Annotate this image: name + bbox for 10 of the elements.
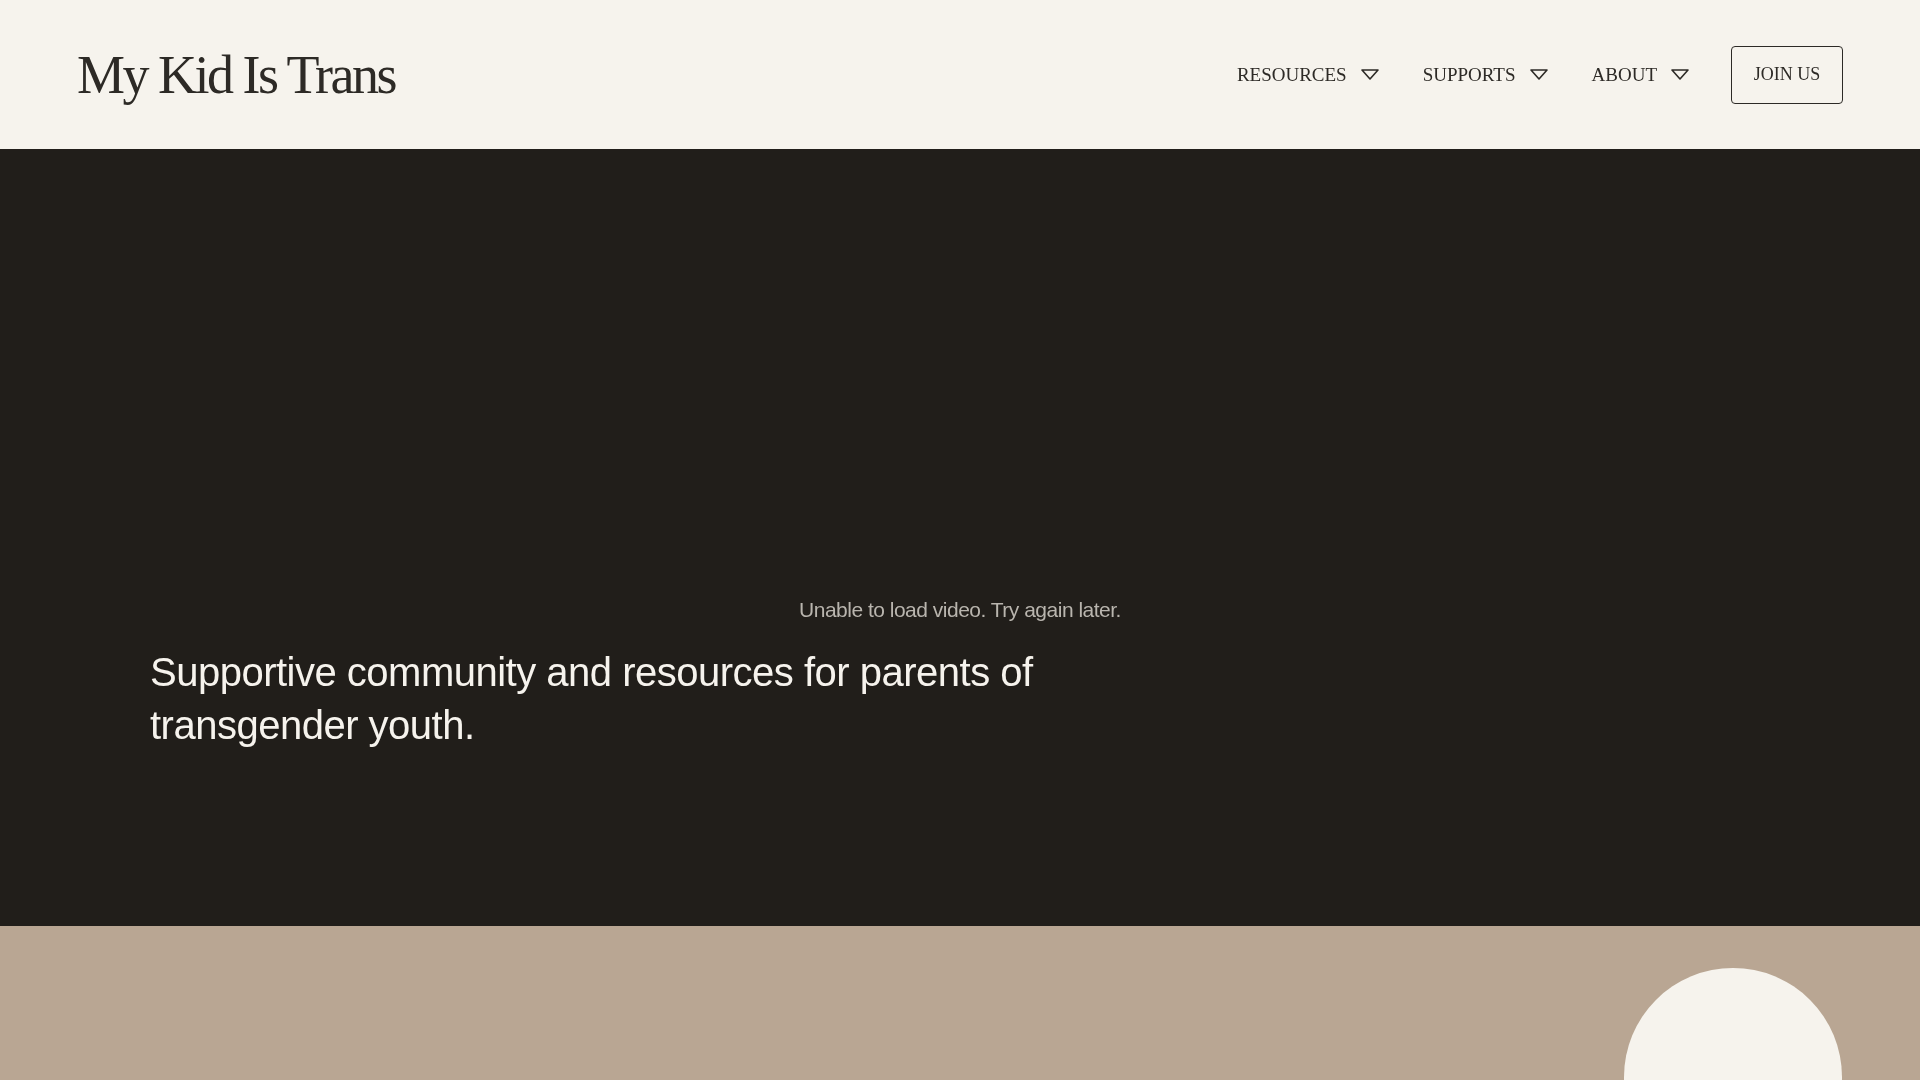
nav-menu-item[interactable]: SUPPORTS	[1422, 63, 1548, 86]
caret-icon	[1671, 68, 1689, 81]
site-logo[interactable]: My Kid Is Trans	[77, 43, 396, 106]
join-button[interactable]: JOIN US	[1731, 45, 1843, 104]
hero-headline: Supportive community and resources for parents of transgender youth.	[150, 649, 1035, 749]
caret-icon	[1529, 68, 1548, 81]
nav-menu-item[interactable]: ABOUT	[1591, 63, 1689, 86]
nav-menu-item[interactable]: RESOURCES	[1236, 63, 1379, 86]
video-error-message: Unable to load video. Try again later.	[798, 598, 1122, 622]
caret-icon	[1360, 68, 1379, 81]
